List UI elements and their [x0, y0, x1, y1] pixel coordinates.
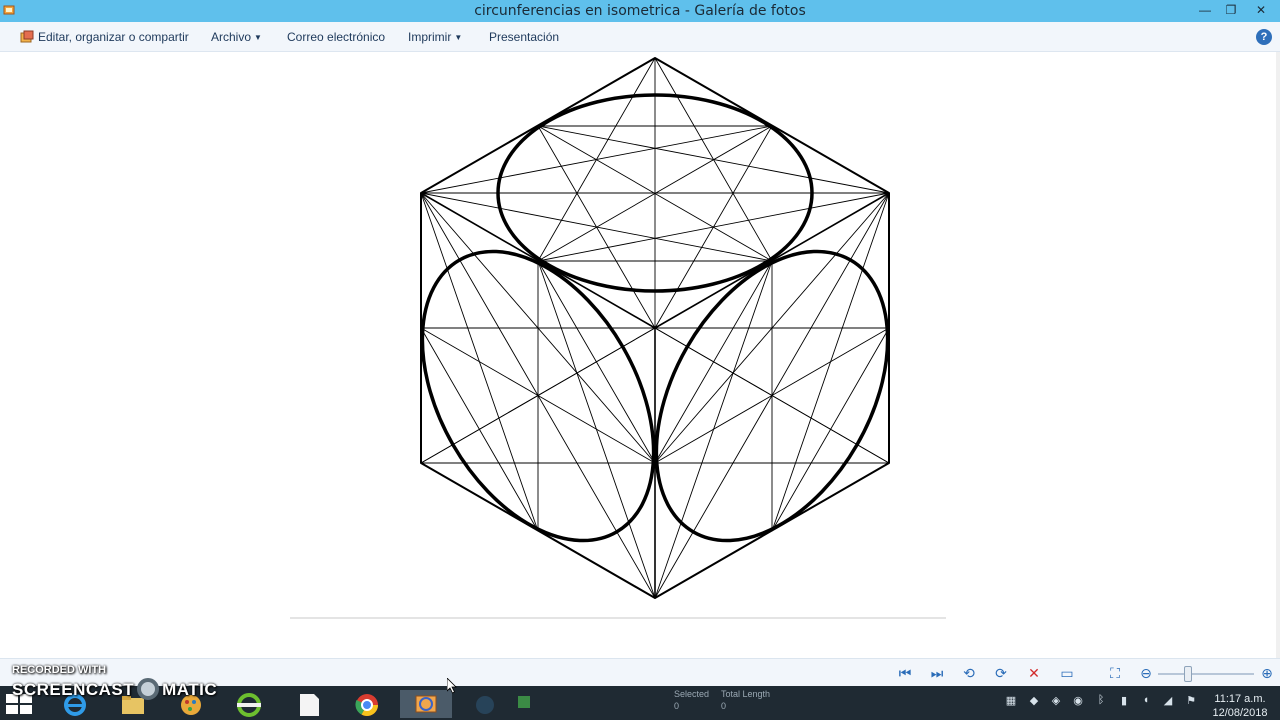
- zoom-out-icon[interactable]: ⊖: [1137, 664, 1155, 682]
- battery-icon[interactable]: ▮: [1117, 694, 1131, 708]
- title-bar: circunferencias en isometrica - Galería …: [0, 0, 1280, 22]
- scrollbar[interactable]: [1276, 52, 1280, 658]
- menu-correo-label: Correo electrónico: [287, 30, 386, 44]
- screencast-logo-icon: [137, 678, 160, 700]
- menu-imprimir[interactable]: Imprimir ▼: [408, 30, 462, 44]
- menu-organize[interactable]: Editar, organizar o compartir: [20, 30, 189, 44]
- bluetooth-icon[interactable]: ᛒ: [1094, 694, 1108, 708]
- minimize-button[interactable]: —: [1192, 0, 1218, 22]
- menu-correo[interactable]: Correo electrónico: [287, 30, 385, 44]
- system-clock[interactable]: 11:17 a.m. 12/08/2018: [1208, 692, 1272, 720]
- command-bar: Editar, organizar o compartir Archivo ▼ C…: [0, 22, 1280, 52]
- watermark-recorded-with: RECORDED WITH: [12, 664, 107, 676]
- slideshow-icon[interactable]: ▭: [1058, 664, 1076, 682]
- watermark-brand: SCREENCAST MATIC: [12, 678, 217, 700]
- help-icon[interactable]: ?: [1256, 29, 1272, 45]
- organize-icon: [20, 30, 34, 43]
- next-icon[interactable]: ⏭: [928, 664, 946, 682]
- menu-archivo-label: Archivo: [211, 30, 252, 44]
- window-title: circunferencias en isometrica - Galería …: [474, 3, 806, 19]
- chrome-icon[interactable]: [350, 690, 384, 718]
- rotate-right-icon[interactable]: ⟳: [992, 664, 1010, 682]
- wifi-icon[interactable]: ◢: [1161, 694, 1175, 708]
- isometric-cube-circles-drawing: [290, 57, 946, 619]
- rotate-left-icon[interactable]: ⟲: [960, 664, 978, 682]
- previous-icon[interactable]: ⏮: [896, 664, 914, 682]
- close-button[interactable]: ✕: [1248, 0, 1274, 22]
- menu-presentacion[interactable]: Presentación: [489, 30, 559, 44]
- clock-date: 12/08/2018: [1212, 707, 1268, 719]
- volume-icon[interactable]: ◖: [1139, 694, 1153, 708]
- network-icon[interactable]: ▦: [1004, 694, 1018, 708]
- menu-presentacion-label: Presentación: [489, 30, 560, 44]
- restore-button[interactable]: ❐: [1218, 0, 1244, 22]
- chevron-down-icon: ▼: [454, 33, 463, 42]
- menu-archivo[interactable]: Archivo ▼: [211, 30, 262, 44]
- recording-watermark: RECORDED WITH SCREENCAST MATIC: [12, 664, 217, 700]
- cad-selected-label: Selected: [674, 689, 710, 699]
- app-icon[interactable]: [468, 690, 502, 718]
- tray-app-icon[interactable]: ◉: [1071, 694, 1085, 708]
- cad-total-length-value: 0: [721, 701, 727, 711]
- zoom-slider-thumb[interactable]: [1184, 666, 1192, 682]
- watermark-brand-left: SCREENCAST: [12, 680, 135, 699]
- flag-icon[interactable]: ⚑: [1184, 694, 1198, 708]
- document-icon[interactable]: [292, 690, 326, 718]
- menu-imprimir-label: Imprimir: [408, 30, 452, 44]
- chevron-down-icon: ▼: [254, 33, 262, 42]
- tray-app-icon[interactable]: ◆: [1027, 694, 1041, 708]
- watermark-brand-right: MATIC: [162, 680, 218, 699]
- cad-total-length-label: Total Length: [721, 689, 771, 699]
- delete-icon[interactable]: ✕: [1025, 664, 1043, 682]
- actual-size-icon[interactable]: ⛶: [1106, 664, 1124, 682]
- app-icon[interactable]: [232, 690, 266, 718]
- zoom-slider-track[interactable]: [1158, 673, 1254, 675]
- menu-organize-label: Editar, organizar o compartir: [38, 30, 189, 44]
- image-viewer: [0, 52, 1280, 658]
- mouse-cursor-icon: [447, 678, 457, 694]
- tray-app-icon[interactable]: ◈: [1049, 694, 1063, 708]
- clock-time: 11:17 a.m.: [1214, 693, 1266, 705]
- cad-selected-value: 0: [674, 701, 680, 711]
- photo-gallery-taskbar-icon[interactable]: [400, 690, 452, 718]
- app-icon[interactable]: [512, 690, 536, 718]
- zoom-in-icon[interactable]: ⊕: [1258, 664, 1276, 682]
